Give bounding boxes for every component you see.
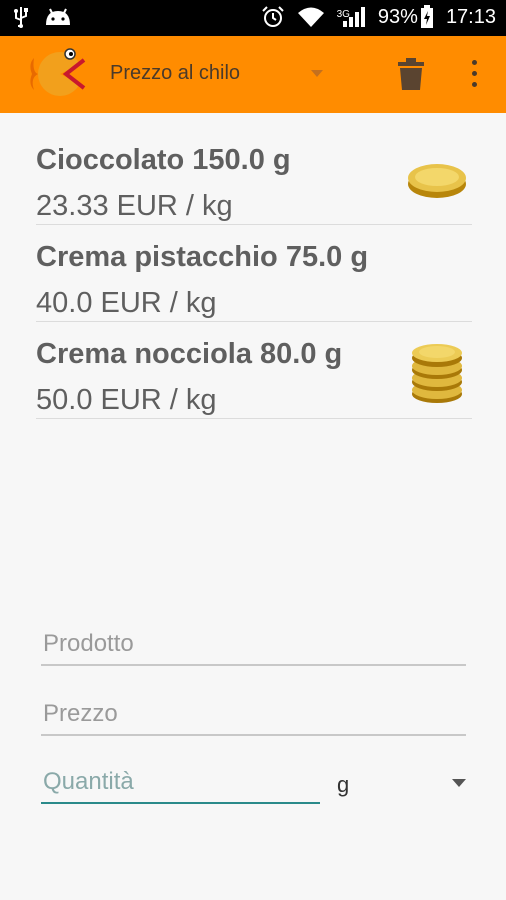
alarm-icon: [261, 6, 284, 27]
divider: [41, 802, 320, 804]
battery-charging-icon: [420, 5, 433, 28]
quantity-placeholder: Quantità: [43, 768, 134, 795]
unit-select[interactable]: g: [337, 772, 349, 798]
quantity-field[interactable]: Quantità: [41, 762, 320, 804]
app-logo-icon: [30, 48, 86, 96]
item-name: Cioccolato 150.0 g: [36, 144, 291, 176]
coin-stack-icon: [412, 344, 462, 403]
price-field[interactable]: Prezzo: [41, 694, 466, 736]
chevron-down-icon[interactable]: [311, 70, 323, 77]
item-price: 50.0 EUR / kg: [36, 384, 217, 416]
list-item[interactable]: Crema pistacchio 75.0 g 40.0 EUR / kg: [36, 225, 472, 322]
usb-icon: [14, 7, 28, 28]
product-list: Cioccolato 150.0 g 23.33 EUR / kg Crema …: [36, 128, 472, 419]
wifi-icon: [297, 7, 324, 27]
overflow-menu-icon[interactable]: [466, 60, 482, 90]
product-field[interactable]: Prodotto: [41, 624, 466, 666]
action-bar: Prezzo al chilo: [0, 36, 506, 113]
battery-percent: 93%: [377, 5, 418, 28]
item-price: 40.0 EUR / kg: [36, 287, 217, 319]
divider: [41, 664, 466, 666]
app-title-spinner[interactable]: Prezzo al chilo: [110, 62, 240, 85]
divider: [41, 734, 466, 736]
item-price: 23.33 EUR / kg: [36, 190, 233, 222]
item-name: Crema nocciola 80.0 g: [36, 338, 343, 370]
list-item[interactable]: Cioccolato 150.0 g 23.33 EUR / kg: [36, 128, 472, 225]
product-placeholder: Prodotto: [43, 630, 134, 657]
status-bar: 3G 93% 17:13: [0, 0, 506, 36]
android-icon: [46, 8, 70, 25]
trash-icon[interactable]: [396, 56, 426, 92]
single-coin-icon: [408, 164, 466, 198]
list-item[interactable]: Crema nocciola 80.0 g 50.0 EUR / kg: [36, 322, 472, 419]
item-name: Crema pistacchio 75.0 g: [36, 241, 369, 273]
chevron-down-icon[interactable]: [452, 779, 466, 787]
price-placeholder: Prezzo: [43, 700, 118, 727]
clock: 17:13: [445, 5, 496, 28]
network-type: 3G: [336, 9, 350, 20]
